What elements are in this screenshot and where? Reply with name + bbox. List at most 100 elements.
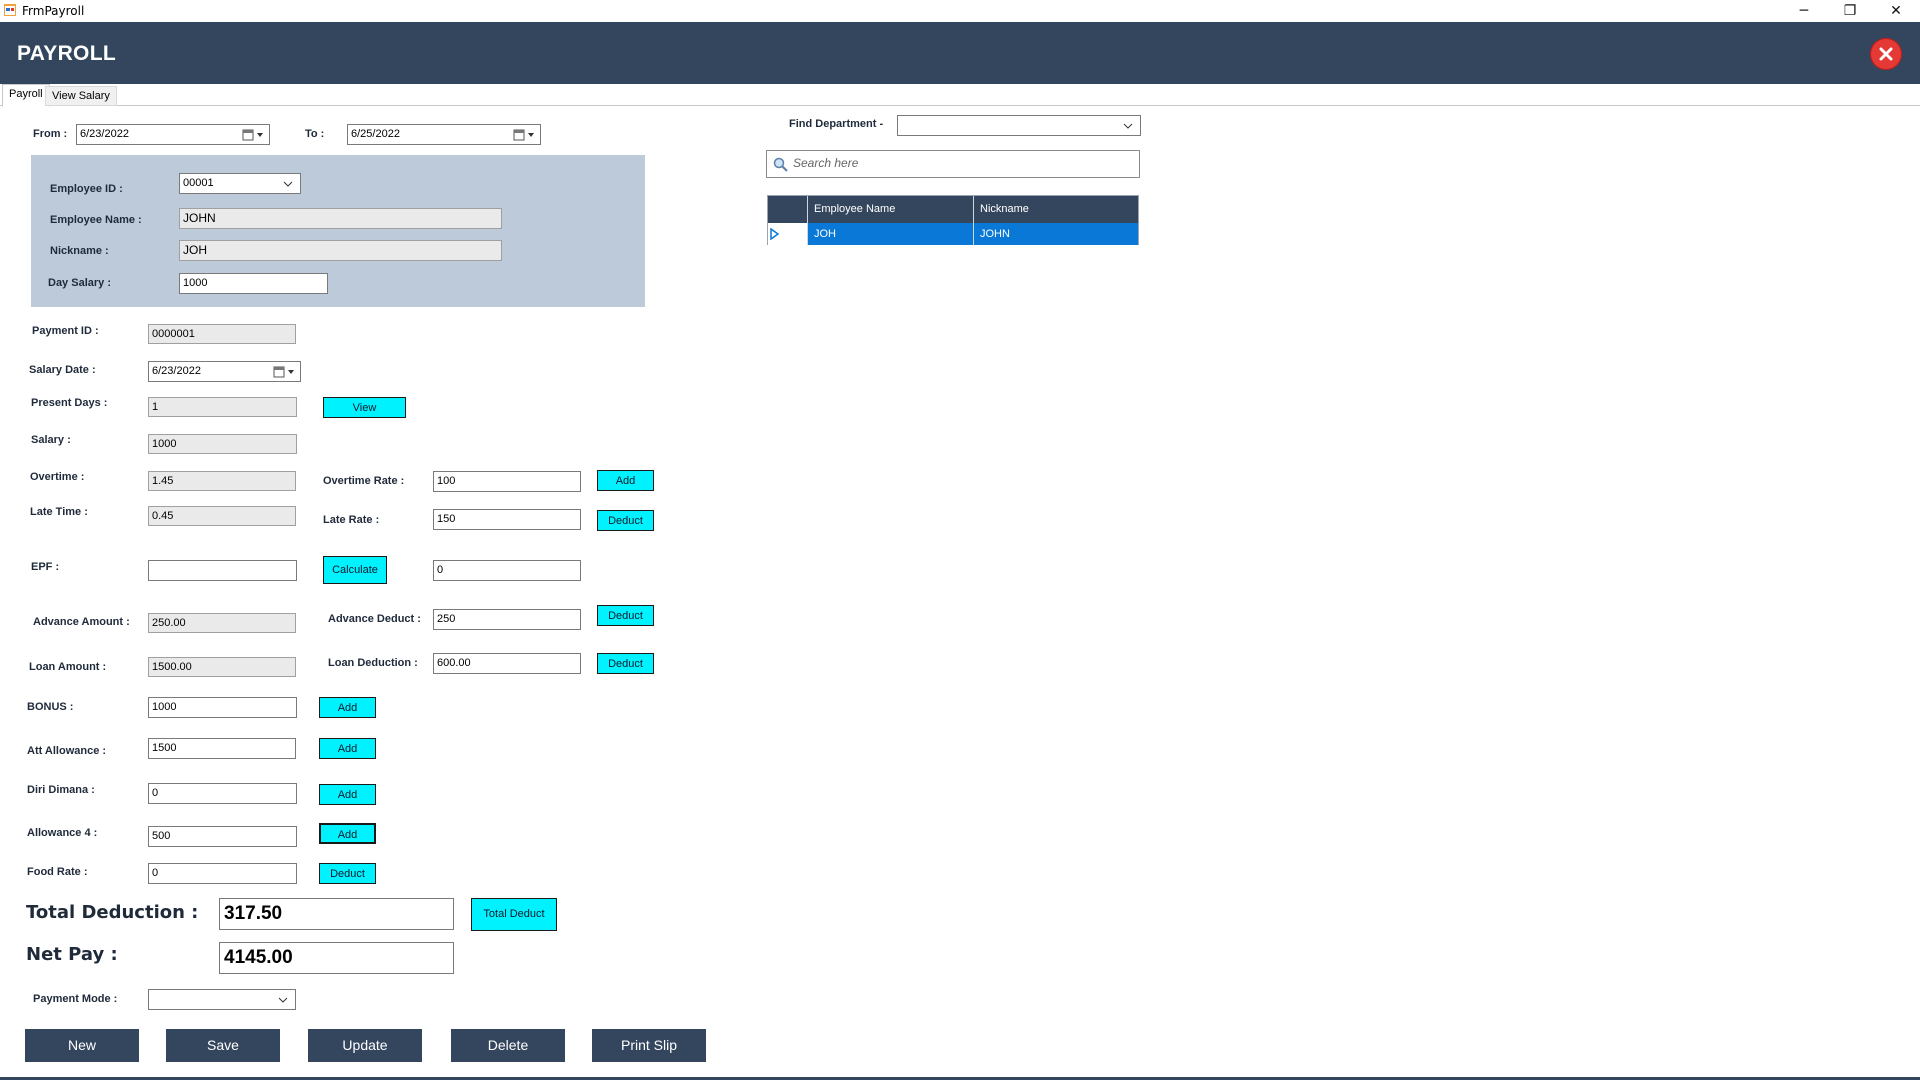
att-allowance-field[interactable]: 1500 [148, 738, 296, 759]
calendar-dropdown-icon[interactable] [512, 128, 536, 141]
late-time-label: Late Time : [30, 506, 88, 518]
employee-id-value: 00001 [183, 177, 214, 189]
tab-payroll[interactable]: Payroll [2, 84, 50, 107]
net-pay-field[interactable]: 4145.00 [219, 942, 454, 974]
window-title: FrmPayroll [22, 4, 85, 18]
tab-label: View Salary [52, 90, 110, 102]
day-salary-field[interactable]: 1000 [179, 273, 328, 294]
close-icon: ✕ [1890, 3, 1902, 19]
cell-employee-name[interactable]: JOH [808, 223, 974, 245]
loan-deduction-label: Loan Deduction : [328, 657, 418, 669]
epf-field[interactable] [148, 560, 297, 581]
update-button[interactable]: Update [308, 1029, 422, 1062]
salary-label: Salary : [31, 434, 71, 446]
from-label: From : [33, 128, 68, 140]
salary-date-label: Salary Date : [29, 364, 96, 376]
late-rate-field[interactable]: 150 [433, 509, 581, 530]
payment-mode-label: Payment Mode : [33, 993, 118, 1005]
advance-amount-label: Advance Amount : [33, 616, 130, 628]
to-date-picker[interactable]: 6/25/2022 [347, 124, 541, 145]
minimize-icon: ─ [1799, 3, 1809, 19]
late-deduct-button[interactable]: Deduct [597, 510, 654, 531]
att-allowance-label: Att Allowance : [27, 745, 107, 757]
cell-nickname[interactable]: JOHN [974, 223, 1138, 245]
to-label: To : [305, 128, 325, 140]
advance-deduct-field[interactable]: 250 [433, 609, 581, 630]
row-header-corner [768, 196, 808, 223]
salary-date-picker[interactable]: 6/23/2022 [148, 361, 301, 382]
advance-deduct-label: Advance Deduct : [328, 613, 421, 625]
att-allowance-add-button[interactable]: Add [319, 738, 376, 759]
diri-dimana-add-button[interactable]: Add [319, 784, 376, 805]
from-date-picker[interactable]: 6/23/2022 [76, 124, 270, 145]
diri-dimana-field[interactable]: 0 [148, 783, 297, 804]
advance-deduct-button[interactable]: Deduct [597, 605, 654, 626]
payment-mode-select[interactable] [148, 989, 296, 1010]
department-select[interactable] [897, 115, 1141, 136]
employee-grid[interactable]: Employee Name Nickname JOH JOHN [767, 195, 1139, 245]
overtime-rate-field[interactable]: 100 [433, 471, 581, 492]
diri-dimana-label: Diri Dimana : [27, 784, 95, 796]
epf-label: EPF : [31, 561, 60, 573]
loan-amount-field[interactable]: 1500.00 [148, 657, 296, 677]
calendar-dropdown-icon[interactable] [241, 128, 265, 141]
food-rate-deduct-button[interactable]: Deduct [319, 863, 376, 884]
bonus-field[interactable]: 1000 [148, 697, 297, 718]
search-placeholder: Search here [793, 156, 859, 170]
restore-icon: ❐ [1843, 3, 1857, 19]
restore-button[interactable]: ❐ [1827, 0, 1873, 22]
overtime-field[interactable]: 1.45 [148, 471, 296, 491]
total-deduction-label: Total Deduction : [26, 902, 199, 923]
delete-button[interactable]: Delete [451, 1029, 565, 1062]
chevron-down-icon [276, 174, 300, 193]
payment-id-label: Payment ID : [32, 325, 99, 337]
present-days-field[interactable]: 1 [148, 397, 297, 417]
row-selector[interactable] [768, 223, 808, 245]
save-button[interactable]: Save [166, 1029, 280, 1062]
minimize-button[interactable]: ─ [1781, 0, 1827, 22]
search-box[interactable]: Search here [766, 150, 1140, 178]
epf-result-field[interactable]: 0 [433, 560, 581, 581]
loan-deduct-button[interactable]: Deduct [597, 653, 654, 674]
window-close-button[interactable]: ✕ [1873, 0, 1919, 22]
column-header-employee-name[interactable]: Employee Name [808, 196, 974, 223]
calendar-dropdown-icon[interactable] [272, 365, 296, 378]
loan-amount-label: Loan Amount : [29, 661, 107, 673]
food-rate-field[interactable]: 0 [148, 863, 297, 884]
employee-name-label: Employee Name : [50, 214, 142, 226]
total-deduct-button[interactable]: Total Deduct [471, 898, 557, 931]
view-button[interactable]: View [323, 397, 406, 418]
total-deduction-field[interactable]: 317.50 [219, 898, 454, 930]
allowance4-field[interactable]: 500 [148, 826, 297, 847]
overtime-add-button[interactable]: Add [597, 470, 654, 491]
calculate-button[interactable]: Calculate [323, 556, 387, 584]
tab-view-salary[interactable]: View Salary [45, 86, 117, 106]
allowance4-label: Allowance 4 : [27, 827, 98, 839]
employee-name-field[interactable]: JOHN [179, 208, 502, 229]
app-header: PAYROLL [0, 22, 1920, 84]
loan-deduction-field[interactable]: 600.00 [433, 653, 581, 674]
nickname-field[interactable]: JOH [179, 240, 502, 261]
new-button[interactable]: New [25, 1029, 139, 1062]
advance-amount-field[interactable]: 250.00 [148, 613, 296, 633]
chevron-down-icon [1116, 116, 1140, 135]
column-header-nickname[interactable]: Nickname [974, 196, 1138, 223]
tab-strip [0, 84, 1920, 106]
salary-field[interactable]: 1000 [148, 434, 297, 454]
row-pointer-icon [770, 228, 780, 240]
table-row[interactable]: JOH JOHN [768, 223, 1138, 245]
employee-id-select[interactable]: 00001 [179, 173, 301, 194]
overtime-label: Overtime : [30, 471, 85, 483]
app-icon [4, 4, 16, 16]
close-circle-icon [1879, 47, 1893, 61]
close-form-button[interactable] [1870, 38, 1902, 70]
find-department-label: Find Department - [789, 118, 884, 130]
grid-header: Employee Name Nickname [768, 196, 1138, 223]
page-title: PAYROLL [17, 42, 116, 65]
net-pay-label: Net Pay : [26, 944, 118, 965]
payment-id-field[interactable]: 0000001 [148, 324, 296, 344]
print-slip-button[interactable]: Print Slip [592, 1029, 706, 1062]
bonus-add-button[interactable]: Add [319, 697, 376, 718]
allowance4-add-button[interactable]: Add [319, 823, 376, 844]
late-time-field[interactable]: 0.45 [148, 506, 296, 526]
